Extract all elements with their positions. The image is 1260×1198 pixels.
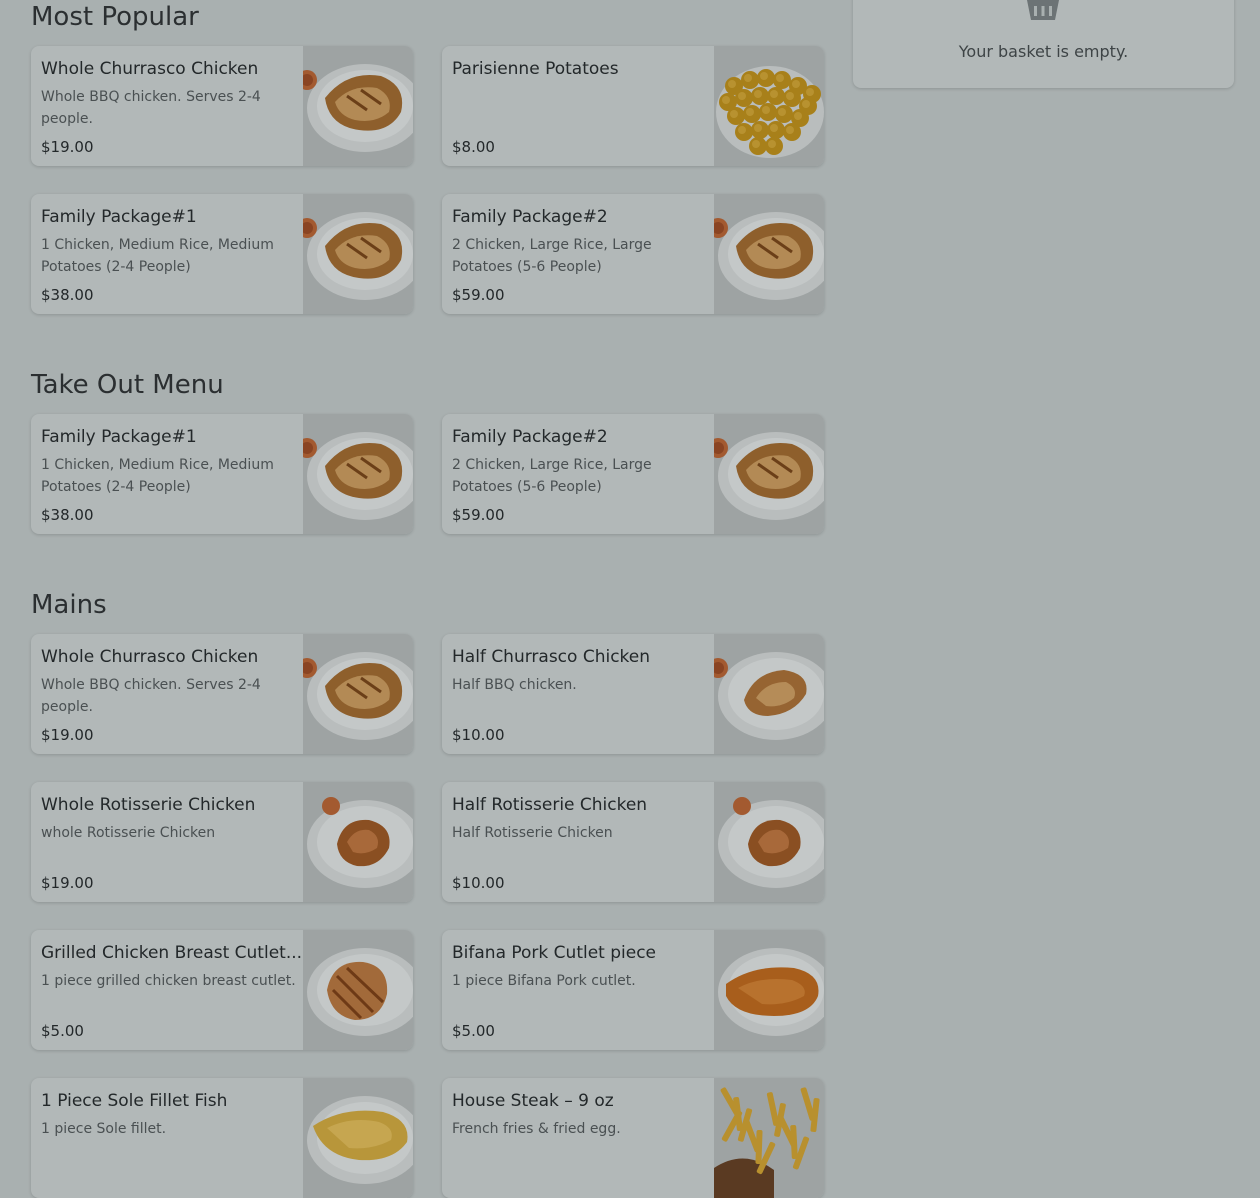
food-image: [714, 46, 824, 166]
menu-item-name: House Steak – 9 oz: [452, 1091, 614, 1111]
food-image: [714, 194, 824, 314]
menu-item-name: 1 Piece Sole Fillet Fish: [41, 1091, 228, 1111]
section-title-most-popular: Most Popular: [31, 2, 199, 32]
menu-item-name: Family Package#1: [41, 427, 197, 447]
menu-item-description: Whole BBQ chicken. Serves 2-4 people.: [41, 677, 261, 715]
menu-item-description: 1 piece grilled chicken breast cutlet.: [41, 973, 296, 989]
menu-item-card[interactable]: 1 Piece Sole Fillet Fish 1 piece Sole fi…: [31, 1078, 413, 1198]
food-image: [714, 930, 824, 1050]
menu-item-price: $10.00: [452, 726, 505, 744]
menu-item-description: whole Rotisserie Chicken: [41, 825, 216, 841]
menu-item-name: Whole Churrasco Chicken: [41, 647, 259, 667]
food-image: [303, 634, 413, 754]
food-image: [303, 414, 413, 534]
section-title-take-out-menu: Take Out Menu: [31, 370, 224, 400]
menu-item-name: Bifana Pork Cutlet piece: [452, 943, 657, 963]
menu-item-name: Parisienne Potatoes: [452, 59, 619, 79]
food-image: [714, 414, 824, 534]
menu-item-card[interactable]: Half Churrasco Chicken Half BBQ chicken.…: [442, 634, 824, 754]
food-image: [303, 46, 413, 166]
menu-item-price: $59.00: [452, 286, 505, 304]
menu-item-name: Whole Rotisserie Chicken: [41, 795, 256, 815]
section-title-mains: Mains: [31, 590, 107, 620]
menu-item-price: $5.00: [41, 1022, 84, 1040]
menu-item-card[interactable]: Family Package#1 1 Chicken, Medium Rice,…: [31, 194, 413, 314]
menu-item-name: Whole Churrasco Chicken: [41, 59, 259, 79]
menu-item-card[interactable]: Whole Rotisserie Chicken whole Rotisseri…: [31, 782, 413, 902]
menu-item-card[interactable]: Family Package#2 2 Chicken, Large Rice, …: [442, 414, 824, 534]
menu-item-price: $5.00: [452, 1022, 495, 1040]
menu-item-description: Half BBQ chicken.: [452, 677, 577, 693]
food-image: [303, 1078, 413, 1198]
menu-item-price: $38.00: [41, 506, 94, 524]
basket-icon: [1025, 0, 1061, 22]
menu-item-price: $59.00: [452, 506, 505, 524]
menu-item-description: 1 Chicken, Medium Rice, Medium Potatoes …: [41, 237, 274, 275]
menu-item-card[interactable]: Grilled Chicken Breast Cutlet... 1 piece…: [31, 930, 413, 1050]
menu-item-price: $10.00: [452, 874, 505, 892]
menu-item-name: Family Package#2: [452, 427, 608, 447]
menu-item-description: 2 Chicken, Large Rice, Large Potatoes (5…: [452, 457, 652, 495]
menu-item-card[interactable]: Whole Churrasco Chicken Whole BBQ chicke…: [31, 634, 413, 754]
menu-item-description: Half Rotisserie Chicken: [452, 825, 613, 841]
menu-item-name: Grilled Chicken Breast Cutlet...: [41, 943, 303, 963]
basket-panel: Your basket is empty.: [853, 0, 1234, 88]
food-image: [714, 782, 824, 902]
menu-item-price: $8.00: [452, 138, 495, 156]
menu-item-card[interactable]: Half Rotisserie Chicken Half Rotisserie …: [442, 782, 824, 902]
basket-empty-text: Your basket is empty.: [958, 42, 1129, 61]
menu-item-price: $19.00: [41, 874, 94, 892]
menu-item-description: Whole BBQ chicken. Serves 2-4 people.: [41, 89, 261, 127]
food-image: [303, 782, 413, 902]
menu-item-name: Family Package#1: [41, 207, 197, 227]
menu-item-description: 1 piece Sole fillet.: [41, 1121, 167, 1137]
menu-item-card[interactable]: Whole Churrasco Chicken Whole BBQ chicke…: [31, 46, 413, 166]
food-image: [714, 1078, 824, 1198]
food-image: [303, 930, 413, 1050]
menu-item-description: 1 Chicken, Medium Rice, Medium Potatoes …: [41, 457, 274, 495]
menu-item-card[interactable]: Family Package#1 1 Chicken, Medium Rice,…: [31, 414, 413, 534]
menu-item-name: Half Churrasco Chicken: [452, 647, 651, 667]
menu-item-card[interactable]: Family Package#2 2 Chicken, Large Rice, …: [442, 194, 824, 314]
menu-item-name: Half Rotisserie Chicken: [452, 795, 648, 815]
menu-item-price: $19.00: [41, 138, 94, 156]
menu-item-card[interactable]: Bifana Pork Cutlet piece 1 piece Bifana …: [442, 930, 824, 1050]
food-image: [714, 634, 824, 754]
menu-item-description: French fries & fried egg.: [452, 1121, 621, 1137]
menu-item-card[interactable]: Parisienne Potatoes $8.00: [442, 46, 824, 166]
menu-item-name: Family Package#2: [452, 207, 608, 227]
food-image: [303, 194, 413, 314]
menu-item-description: 2 Chicken, Large Rice, Large Potatoes (5…: [452, 237, 652, 275]
menu-item-price: $19.00: [41, 726, 94, 744]
menu-item-price: $38.00: [41, 286, 94, 304]
menu-item-description: 1 piece Bifana Pork cutlet.: [452, 973, 636, 989]
menu-item-card[interactable]: House Steak – 9 oz French fries & fried …: [442, 1078, 824, 1198]
